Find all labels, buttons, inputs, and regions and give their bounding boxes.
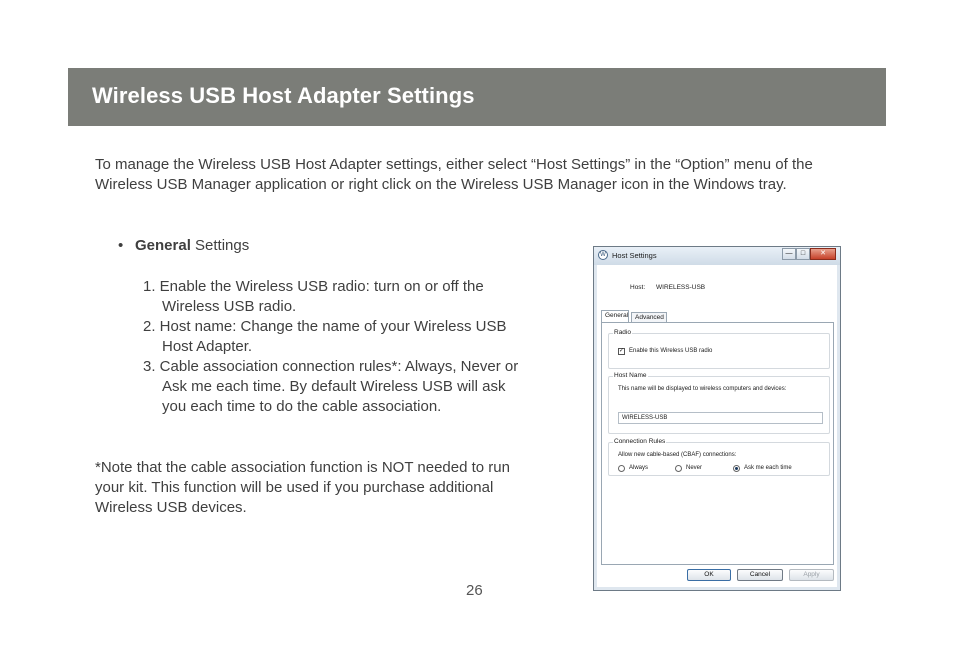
wireless-usb-icon: W: [598, 250, 608, 260]
tab-advanced[interactable]: Advanced: [631, 312, 667, 322]
minimize-button[interactable]: —: [782, 248, 796, 260]
host-name-group: Host Name This name will be displayed to…: [608, 372, 830, 434]
enable-radio-checkbox[interactable]: ✓: [618, 348, 625, 355]
bullet-bold-text: General: [135, 237, 191, 254]
page-title: Wireless USB Host Adapter Settings: [92, 83, 475, 108]
close-button[interactable]: ✕: [810, 248, 836, 260]
step-item: 1. Enable the Wireless USB radio: turn o…: [143, 278, 484, 315]
steps-list: 1. Enable the Wireless USB radio: turn o…: [143, 277, 523, 417]
host-name-description: This name will be displayed to wireless …: [618, 386, 787, 392]
connection-rules-group: Connection Rules Allow new cable-based (…: [608, 438, 830, 476]
host-value: WIRELESS-USB: [656, 284, 706, 291]
bullet-marker: •: [118, 237, 124, 254]
dialog-titlebar: W Host Settings — □ ✕: [594, 247, 840, 265]
maximize-button[interactable]: □: [796, 248, 810, 260]
step-item: 2. Host name: Change the name of your Wi…: [143, 318, 507, 355]
general-tab-panel: Radio ✓ Enable this Wireless USB radio H…: [601, 322, 834, 565]
footnote: *Note that the cable association functio…: [95, 459, 510, 516]
radio-never-label: Never: [686, 465, 703, 471]
ok-button[interactable]: OK: [687, 569, 731, 581]
host-name-input[interactable]: WIRELESS-USB: [618, 412, 823, 424]
connection-rules-title: Connection Rules: [613, 438, 667, 445]
header-bar: Wireless USB Host Adapter Settings: [68, 68, 886, 126]
apply-button[interactable]: Apply: [789, 569, 834, 581]
enable-radio-label: Enable this Wireless USB radio: [629, 348, 713, 354]
radio-always-label: Always: [629, 465, 649, 471]
intro-paragraph: To manage the Wireless USB Host Adapter …: [95, 156, 813, 193]
radio-never[interactable]: [675, 465, 682, 472]
dialog-title: Host Settings: [612, 251, 657, 260]
radio-always[interactable]: [618, 465, 625, 472]
radio-group-title: Radio: [613, 329, 632, 336]
bullet-text: Settings: [190, 237, 250, 254]
dialog-client-area: Host: WIRELESS-USB General Advanced Radi…: [597, 265, 837, 587]
host-name-group-title: Host Name: [613, 372, 648, 379]
radio-ask-each-time[interactable]: [733, 465, 740, 472]
general-settings-bullet: • General Settings: [118, 236, 249, 256]
host-settings-dialog: W Host Settings — □ ✕ Host: WIRELESS-USB…: [593, 246, 841, 591]
connection-rules-description: Allow new cable-based (CBAF) connections…: [618, 452, 737, 458]
page-number: 26: [466, 582, 483, 599]
radio-ask-each-time-label: Ask me each time: [744, 465, 792, 471]
step-item: 3. Cable association connection rules*: …: [143, 358, 519, 415]
radio-group: Radio ✓ Enable this Wireless USB radio: [608, 329, 830, 369]
cancel-button[interactable]: Cancel: [737, 569, 783, 581]
host-label: Host:: [630, 284, 646, 291]
